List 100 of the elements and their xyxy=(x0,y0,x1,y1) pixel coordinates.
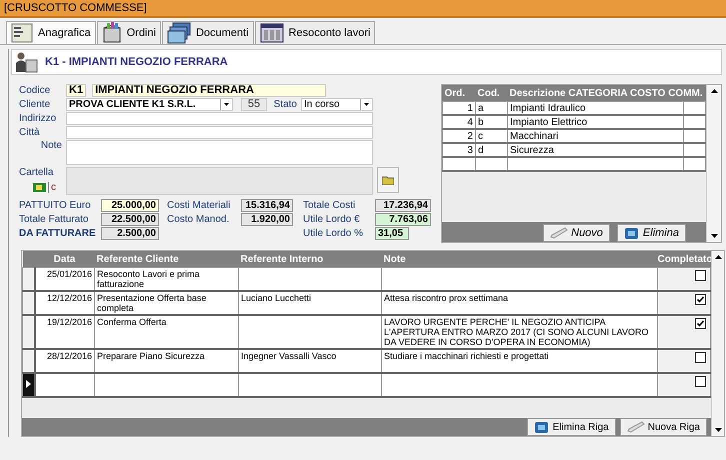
checkbox[interactable] xyxy=(695,352,706,363)
column-header: Note xyxy=(382,251,658,268)
total-label: PATTUITO Euro xyxy=(19,200,92,211)
client-dropdown[interactable]: PROVA CLIENTE K1 S.R.L. xyxy=(66,98,233,111)
total-label: Utile Lordo € xyxy=(303,214,361,225)
dropdown[interactable]: In corso xyxy=(301,98,373,111)
column-header: Cod. xyxy=(475,85,508,102)
scroll-up-icon[interactable] xyxy=(710,89,718,93)
tab[interactable]: Ordini xyxy=(96,21,161,44)
table-cell: b xyxy=(475,115,508,129)
table-cell: 2 xyxy=(442,129,476,143)
table-cell: 28/12/2016 xyxy=(34,349,94,373)
total-value: 7.763,06 xyxy=(375,213,431,226)
table-cell: Luciano Lucchetti xyxy=(238,291,382,315)
scroll-up-icon[interactable] xyxy=(714,255,722,259)
table-cell: 3 xyxy=(442,143,476,157)
pointer-icon xyxy=(26,380,31,388)
table-cell xyxy=(34,373,94,397)
total-label: DA FATTURARE xyxy=(19,228,97,239)
row-selector[interactable] xyxy=(22,373,34,397)
table-cell: Presentazione Offerta base completa xyxy=(94,291,238,315)
table-cell: Sicurezza xyxy=(507,143,684,157)
column-header: Referente Cliente xyxy=(94,251,238,268)
table-cell: LAVORO URGENTE PERCHE' IL NEGOZIO ANTICIPA L'APERTURA ENTRO MARZO 2017 (CI SONO ALCUNI LAVORO DA VEDERE IN CORSO D'OPERA IN ECONOMIA) xyxy=(382,315,658,349)
total-value: 22.500,00 xyxy=(101,213,159,226)
total-label: Costo Manod. xyxy=(167,214,230,225)
field-label: Cliente xyxy=(19,99,52,110)
total-value: 25.000,00 xyxy=(101,199,159,212)
column-header: Referente Interno xyxy=(238,251,382,268)
table-cell: Macchinari xyxy=(507,129,684,143)
folder-letter[interactable]: c xyxy=(48,182,56,193)
pencil-icon xyxy=(550,227,568,239)
columns-icon xyxy=(260,23,284,43)
new-button[interactable]: Nuovo xyxy=(543,224,610,242)
box-icon xyxy=(102,22,122,44)
delete-button[interactable]: Elimina xyxy=(616,224,686,242)
table-cell: d xyxy=(475,143,508,157)
checkbox[interactable] xyxy=(695,318,706,329)
tab[interactable]: Anagrafica xyxy=(6,21,96,44)
open-folder-button[interactable] xyxy=(377,167,399,193)
client-number-field: 55 xyxy=(241,98,267,111)
recycle-icon xyxy=(534,420,550,434)
field-label: Indirizzo xyxy=(19,113,58,124)
scroll-down-icon[interactable] xyxy=(714,428,722,432)
field-label: Note xyxy=(40,140,63,151)
tab[interactable]: Resoconto lavori xyxy=(254,21,376,44)
description-field[interactable]: IMPIANTI NEGOZIO FERRARA xyxy=(92,84,326,97)
pencil-icon xyxy=(626,421,645,433)
address-field[interactable] xyxy=(66,112,373,125)
total-label: Totale Fatturato xyxy=(19,214,90,225)
table-cell: Conferma Offerta xyxy=(94,315,238,349)
table-cell: c xyxy=(475,129,508,143)
folder-search-icon[interactable] xyxy=(33,183,46,192)
table-cell: 25/01/2016 xyxy=(34,268,94,291)
column-header: Ord. xyxy=(442,85,476,102)
dropdown-arrow-icon xyxy=(364,103,369,106)
checkbox[interactable] xyxy=(695,270,706,281)
column-header: Completato xyxy=(658,251,710,268)
total-label: Utile Lordo % xyxy=(303,228,364,239)
table-cell: Attesa riscontro prox settimana xyxy=(382,291,658,315)
record-title: K1 - IMPIANTI NEGOZIO FERRARA xyxy=(45,56,228,68)
code-field[interactable]: K1 xyxy=(66,84,86,97)
column-header: Descrizione CATEGORIA COSTO COMM. xyxy=(507,85,706,102)
table-cell: Preparare Piano Sicurezza xyxy=(94,349,238,373)
table-cell: 19/12/2016 xyxy=(34,315,94,349)
dropdown-arrow-icon xyxy=(224,103,229,106)
folder-icon xyxy=(382,176,394,184)
total-value: 17.236,94 xyxy=(375,199,431,212)
table-cell: Resoconto Lavori e prima fatturazione xyxy=(94,268,238,291)
total-value: 31,05 xyxy=(375,227,409,240)
total-label: Costi Materiali xyxy=(167,200,232,211)
field-label: Città xyxy=(19,127,41,138)
documents-icon xyxy=(166,22,191,44)
table-cell: 1 xyxy=(442,102,476,115)
checkbox[interactable] xyxy=(695,294,706,305)
field-label: Cartella xyxy=(19,167,54,178)
delete-button[interactable]: Elimina Riga xyxy=(526,418,616,436)
scroll-down-icon[interactable] xyxy=(710,234,718,238)
form-icon xyxy=(11,23,33,43)
city-field[interactable] xyxy=(66,126,373,139)
total-value: 2.500,00 xyxy=(101,227,159,240)
tab[interactable]: Documenti xyxy=(162,21,254,44)
recycle-icon xyxy=(624,226,640,240)
table-cell: Impianti Idraulico xyxy=(507,102,684,115)
new-button[interactable]: Nuova Riga xyxy=(620,418,707,436)
folder-path-field[interactable] xyxy=(66,167,373,195)
notes-field[interactable] xyxy=(66,140,373,165)
table-cell: Impianto Elettrico xyxy=(507,115,684,129)
table-cell: Ingegner Vassalli Vasco xyxy=(238,349,382,373)
checkbox[interactable] xyxy=(695,376,706,387)
window-title: [CRUSCOTTO COMMESSE] xyxy=(0,0,726,18)
table-cell: 4 xyxy=(442,115,476,129)
column-header: Data xyxy=(34,251,94,268)
total-value: 15.316,94 xyxy=(241,199,293,212)
table-cell: a xyxy=(475,102,508,115)
total-value: 1.920,00 xyxy=(241,213,293,226)
table-cell: 12/12/2016 xyxy=(34,291,94,315)
table-cell: Studiare i macchinari richiesti e progettati xyxy=(382,349,658,373)
field-label: Codice xyxy=(19,85,52,96)
total-label: Totale Costi xyxy=(303,200,356,211)
